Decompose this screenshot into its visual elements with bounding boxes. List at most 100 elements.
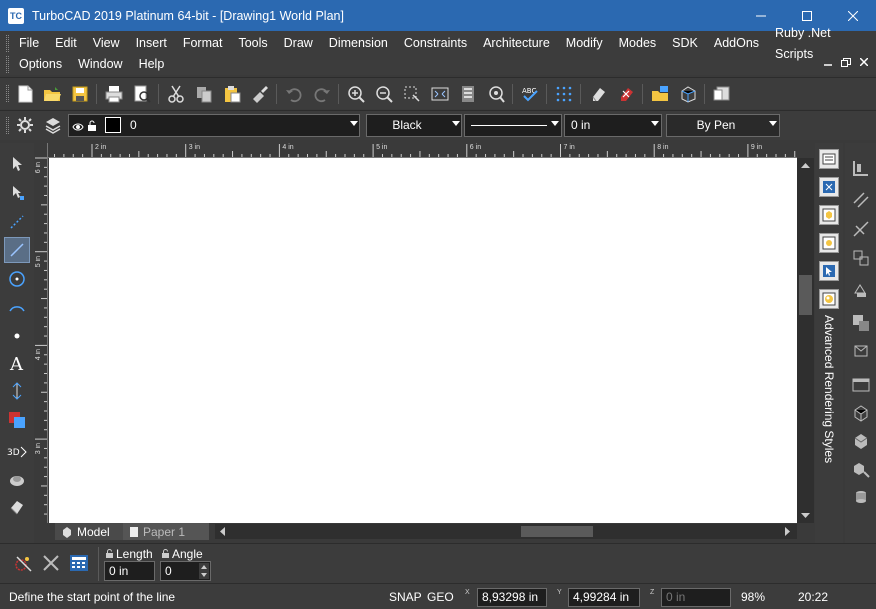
- menu-constraints[interactable]: Constraints: [396, 33, 475, 54]
- pen-color-dropdown-arrow[interactable]: [452, 121, 460, 126]
- menu-modify[interactable]: Modify: [558, 33, 611, 54]
- line-width-dropdown-arrow[interactable]: [651, 121, 659, 126]
- hatch-icon[interactable]: [4, 407, 30, 433]
- properties-icon[interactable]: [711, 83, 733, 105]
- menu-view[interactable]: View: [85, 33, 128, 54]
- layer-color-swatch[interactable]: [105, 117, 121, 133]
- boolean-icon[interactable]: [850, 312, 872, 334]
- lock-icon[interactable]: [87, 118, 97, 139]
- layer-select[interactable]: 0: [68, 114, 360, 137]
- print-icon[interactable]: [103, 83, 125, 105]
- open-design-director-icon[interactable]: [649, 83, 671, 105]
- palette-rendering-styles-icon[interactable]: [819, 289, 839, 309]
- snap-toggle[interactable]: SNAP: [389, 590, 422, 604]
- palette-properties-icon[interactable]: [819, 149, 839, 169]
- line-width-select[interactable]: 0 in: [564, 114, 662, 137]
- menu-format[interactable]: Format: [175, 33, 231, 54]
- undo-icon[interactable]: [283, 83, 305, 105]
- eraser-icon[interactable]: [587, 83, 609, 105]
- menu-help[interactable]: Help: [131, 54, 173, 75]
- array-icon[interactable]: [850, 279, 872, 301]
- length-input[interactable]: 0 in: [104, 561, 155, 581]
- 3d-view-icon[interactable]: [677, 83, 699, 105]
- snap-grid-icon[interactable]: [553, 83, 575, 105]
- horizontal-scroll-thumb[interactable]: [521, 526, 593, 537]
- 3d-box-icon[interactable]: [850, 402, 872, 424]
- render-settings-icon[interactable]: [4, 494, 30, 520]
- vertical-scrollbar[interactable]: [797, 158, 814, 523]
- angle-input[interactable]: 0: [160, 561, 211, 581]
- open-folder-icon[interactable]: [41, 83, 63, 105]
- palette-materials-icon[interactable]: [819, 233, 839, 253]
- property-grip[interactable]: [6, 117, 9, 134]
- line-style-dropdown-arrow[interactable]: [551, 121, 559, 126]
- dot-icon[interactable]: [4, 323, 30, 349]
- menu-window[interactable]: Window: [70, 54, 130, 75]
- print-preview-icon[interactable]: [131, 83, 153, 105]
- line-pen-dropdown-arrow[interactable]: [769, 121, 777, 126]
- menu-tools[interactable]: Tools: [230, 33, 275, 54]
- cancel-icon[interactable]: [40, 552, 62, 574]
- paste-icon[interactable]: [221, 83, 243, 105]
- menu-addons[interactable]: AddOns: [706, 33, 767, 54]
- angle-stepper[interactable]: [199, 563, 209, 579]
- wall-icon[interactable]: [850, 157, 872, 179]
- line-pen-select[interactable]: By Pen: [666, 114, 780, 137]
- cut-icon[interactable]: [165, 83, 187, 105]
- parallel-icon[interactable]: [850, 189, 872, 211]
- palette-blocks-icon[interactable]: [819, 205, 839, 225]
- mdi-restore-button[interactable]: [840, 55, 852, 69]
- menu-options[interactable]: Options: [0, 54, 70, 75]
- pen-color-select[interactable]: Black: [366, 114, 462, 137]
- menu-edit[interactable]: Edit: [47, 33, 85, 54]
- drawing-canvas[interactable]: [49, 158, 797, 523]
- circle-icon[interactable]: [4, 266, 30, 292]
- arc-icon[interactable]: [4, 295, 30, 321]
- delete-entity-icon[interactable]: [615, 83, 637, 105]
- view-icon[interactable]: [850, 374, 872, 396]
- menu-architecture[interactable]: Architecture: [475, 33, 558, 54]
- layer-dropdown-arrow[interactable]: [350, 121, 358, 126]
- 3d-cylinder-icon[interactable]: [850, 430, 872, 452]
- tab-model[interactable]: Model: [55, 523, 123, 540]
- geo-toggle[interactable]: GEO: [427, 590, 454, 604]
- render-icon[interactable]: [4, 467, 30, 493]
- zoom-extents-icon[interactable]: [429, 83, 451, 105]
- save-icon[interactable]: [69, 83, 91, 105]
- copy-icon[interactable]: [193, 83, 215, 105]
- node-edit-icon[interactable]: [4, 180, 30, 206]
- format-painter-icon[interactable]: [249, 83, 271, 105]
- menu-sdk[interactable]: SDK: [664, 33, 706, 54]
- line-icon[interactable]: [4, 237, 30, 263]
- select-icon[interactable]: [4, 151, 30, 177]
- zoom-in-icon[interactable]: [345, 83, 367, 105]
- gear-icon[interactable]: [14, 114, 36, 136]
- zoom-window-icon[interactable]: [401, 83, 423, 105]
- text-icon[interactable]: A: [4, 350, 30, 376]
- layer-icon[interactable]: [42, 114, 64, 136]
- menu-modes[interactable]: Modes: [611, 33, 665, 54]
- zoom-dynamic-icon[interactable]: [485, 83, 507, 105]
- z-coordinate[interactable]: 0 in: [661, 588, 731, 607]
- zoom-out-icon[interactable]: [373, 83, 395, 105]
- tool-options-icon[interactable]: [12, 552, 34, 574]
- palette-selection-icon[interactable]: [819, 177, 839, 197]
- redo-icon[interactable]: [311, 83, 333, 105]
- solid-icon[interactable]: [850, 486, 872, 508]
- calculator-icon[interactable]: [68, 552, 90, 574]
- menu-draw[interactable]: Draw: [276, 33, 321, 54]
- offset-icon[interactable]: [850, 247, 872, 269]
- 3d-tools-icon[interactable]: [850, 458, 872, 480]
- point-icon[interactable]: [4, 209, 30, 235]
- toolbar-grip[interactable]: [6, 85, 9, 102]
- y-coordinate[interactable]: 4,99284 in: [568, 588, 640, 607]
- menu-file[interactable]: File: [0, 33, 47, 54]
- zoom-page-icon[interactable]: [457, 83, 479, 105]
- new-file-icon[interactable]: [14, 83, 36, 105]
- menu-insert[interactable]: Insert: [128, 33, 175, 54]
- x-coordinate[interactable]: 8,93298 in: [477, 588, 547, 607]
- mdi-minimize-button[interactable]: [822, 55, 834, 69]
- menu-dimension[interactable]: Dimension: [321, 33, 396, 54]
- vertical-scroll-thumb[interactable]: [799, 275, 812, 315]
- dimension-icon[interactable]: [4, 378, 30, 404]
